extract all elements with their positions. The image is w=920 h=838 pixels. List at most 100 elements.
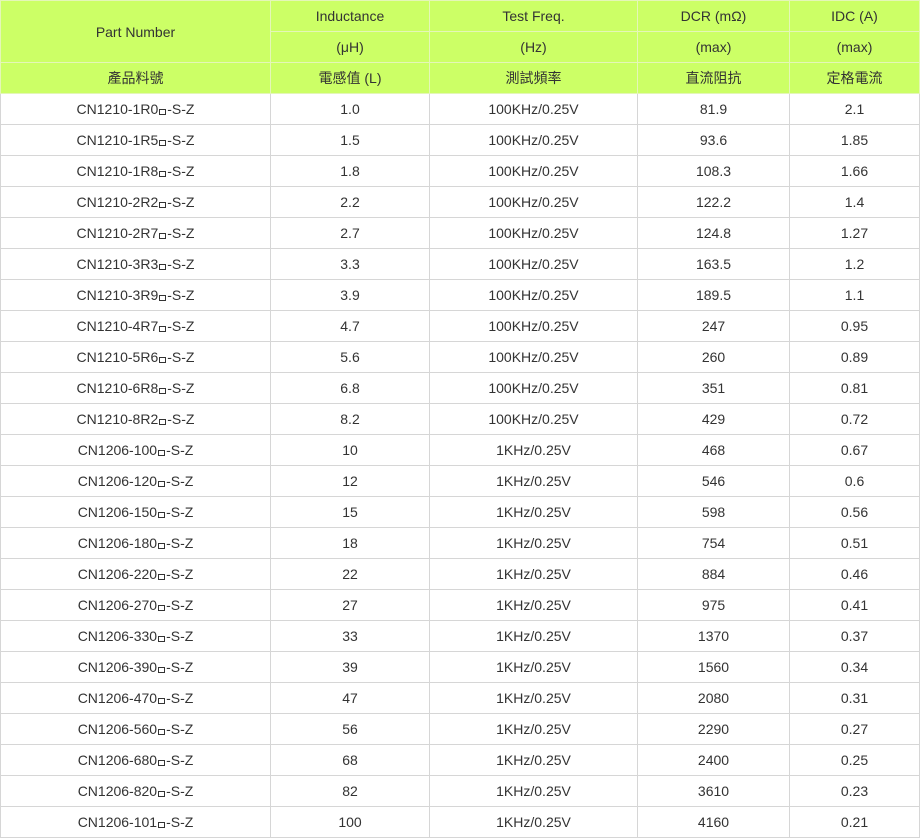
tolerance-placeholder-icon bbox=[158, 605, 166, 611]
table-row: CN1206-180 -S-Z 18 1KHz/0.25V 754 0.51 bbox=[0, 527, 920, 559]
cell-part-number: CN1210-6R8 -S-Z bbox=[0, 372, 271, 404]
part-suffix: -S-Z bbox=[166, 783, 194, 799]
table-row: CN1206-101 -S-Z 100 1KHz/0.25V 4160 0.21 bbox=[0, 806, 920, 838]
cell-test-freq: 100KHz/0.25V bbox=[429, 372, 638, 404]
cell-part-number: CN1210-1R5 -S-Z bbox=[0, 124, 271, 156]
cell-test-freq: 1KHz/0.25V bbox=[429, 806, 638, 838]
cell-test-freq: 1KHz/0.25V bbox=[429, 589, 638, 621]
tolerance-placeholder-icon bbox=[159, 140, 167, 146]
cell-idc: 0.21 bbox=[789, 806, 920, 838]
cell-part-number: CN1210-2R7 -S-Z bbox=[0, 217, 271, 249]
cell-dcr: 260 bbox=[637, 341, 790, 373]
cell-part-number: CN1206-101 -S-Z bbox=[0, 806, 271, 838]
cell-inductance: 5.6 bbox=[270, 341, 430, 373]
part-suffix: -S-Z bbox=[166, 504, 194, 520]
table-row: CN1210-8R2 -S-Z 8.2 100KHz/0.25V 429 0.72 bbox=[0, 403, 920, 435]
cell-test-freq: 1KHz/0.25V bbox=[429, 682, 638, 714]
cell-part-number: CN1206-120 -S-Z bbox=[0, 465, 271, 497]
cell-dcr: 884 bbox=[637, 558, 790, 590]
tolerance-placeholder-icon bbox=[158, 450, 166, 456]
cell-idc: 1.27 bbox=[789, 217, 920, 249]
cell-part-number: CN1206-220 -S-Z bbox=[0, 558, 271, 590]
part-prefix: CN1206-101 bbox=[77, 814, 158, 830]
table-row: CN1210-2R2 -S-Z 2.2 100KHz/0.25V 122.2 1.4 bbox=[0, 186, 920, 218]
cell-idc: 0.31 bbox=[789, 682, 920, 714]
part-prefix: CN1210-1R0 bbox=[76, 101, 159, 117]
cell-dcr: 2400 bbox=[637, 744, 790, 776]
part-prefix: CN1210-6R8 bbox=[76, 380, 159, 396]
col-unit-idc: (max) bbox=[789, 31, 920, 63]
cell-dcr: 429 bbox=[637, 403, 790, 435]
cell-test-freq: 1KHz/0.25V bbox=[429, 744, 638, 776]
cell-inductance: 12 bbox=[270, 465, 430, 497]
cell-inductance: 6.8 bbox=[270, 372, 430, 404]
part-suffix: -S-Z bbox=[167, 318, 195, 334]
col-zh-inductance: 電感值 (L) bbox=[270, 62, 430, 94]
col-unit-inductance: (μH) bbox=[270, 31, 430, 63]
part-prefix: CN1206-470 bbox=[77, 690, 158, 706]
cell-idc: 0.25 bbox=[789, 744, 920, 776]
part-suffix: -S-Z bbox=[167, 132, 195, 148]
cell-test-freq: 100KHz/0.25V bbox=[429, 186, 638, 218]
tolerance-placeholder-icon bbox=[158, 760, 166, 766]
part-prefix: CN1210-1R5 bbox=[76, 132, 159, 148]
cell-part-number: CN1206-270 -S-Z bbox=[0, 589, 271, 621]
cell-part-number: CN1206-180 -S-Z bbox=[0, 527, 271, 559]
cell-test-freq: 1KHz/0.25V bbox=[429, 558, 638, 590]
cell-part-number: CN1210-3R3 -S-Z bbox=[0, 248, 271, 280]
cell-dcr: 124.8 bbox=[637, 217, 790, 249]
cell-inductance: 56 bbox=[270, 713, 430, 745]
cell-inductance: 3.9 bbox=[270, 279, 430, 311]
table-row: CN1210-3R3 -S-Z 3.3 100KHz/0.25V 163.5 1.2 bbox=[0, 248, 920, 280]
table-row: CN1206-680 -S-Z 68 1KHz/0.25V 2400 0.25 bbox=[0, 744, 920, 776]
part-prefix: CN1206-330 bbox=[77, 628, 158, 644]
cell-part-number: CN1210-3R9 -S-Z bbox=[0, 279, 271, 311]
table-row: CN1206-150 -S-Z 15 1KHz/0.25V 598 0.56 bbox=[0, 496, 920, 528]
part-suffix: -S-Z bbox=[167, 349, 195, 365]
col-header-part-number: Part Number bbox=[0, 0, 271, 63]
col-unit-dcr: (max) bbox=[637, 31, 790, 63]
cell-idc: 0.89 bbox=[789, 341, 920, 373]
part-suffix: -S-Z bbox=[166, 628, 194, 644]
cell-dcr: 2290 bbox=[637, 713, 790, 745]
cell-test-freq: 1KHz/0.25V bbox=[429, 651, 638, 683]
part-suffix: -S-Z bbox=[166, 814, 194, 830]
cell-idc: 0.23 bbox=[789, 775, 920, 807]
table-row: CN1210-6R8 -S-Z 6.8 100KHz/0.25V 351 0.81 bbox=[0, 372, 920, 404]
cell-idc: 1.85 bbox=[789, 124, 920, 156]
part-suffix: -S-Z bbox=[166, 473, 194, 489]
cell-idc: 0.37 bbox=[789, 620, 920, 652]
col-zh-part-number: 產品料號 bbox=[0, 62, 271, 94]
part-prefix: CN1206-220 bbox=[77, 566, 158, 582]
cell-idc: 0.46 bbox=[789, 558, 920, 590]
cell-part-number: CN1210-8R2 -S-Z bbox=[0, 403, 271, 435]
part-suffix: -S-Z bbox=[167, 411, 195, 427]
part-prefix: CN1210-2R2 bbox=[76, 194, 159, 210]
col-zh-idc: 定格電流 bbox=[789, 62, 920, 94]
table-row: CN1206-560 -S-Z 56 1KHz/0.25V 2290 0.27 bbox=[0, 713, 920, 745]
cell-inductance: 4.7 bbox=[270, 310, 430, 342]
tolerance-placeholder-icon bbox=[158, 636, 166, 642]
table-row: CN1206-220 -S-Z 22 1KHz/0.25V 884 0.46 bbox=[0, 558, 920, 590]
cell-part-number: CN1210-1R0 -S-Z bbox=[0, 93, 271, 125]
cell-dcr: 351 bbox=[637, 372, 790, 404]
cell-dcr: 247 bbox=[637, 310, 790, 342]
cell-idc: 2.1 bbox=[789, 93, 920, 125]
cell-test-freq: 100KHz/0.25V bbox=[429, 279, 638, 311]
part-suffix: -S-Z bbox=[167, 194, 195, 210]
table-row: CN1210-1R5 -S-Z 1.5 100KHz/0.25V 93.6 1.85 bbox=[0, 124, 920, 156]
table-row: CN1206-470 -S-Z 47 1KHz/0.25V 2080 0.31 bbox=[0, 682, 920, 714]
tolerance-placeholder-icon bbox=[159, 202, 167, 208]
cell-dcr: 3610 bbox=[637, 775, 790, 807]
cell-inductance: 1.5 bbox=[270, 124, 430, 156]
part-prefix: CN1206-820 bbox=[77, 783, 158, 799]
part-prefix: CN1210-3R9 bbox=[76, 287, 159, 303]
cell-dcr: 546 bbox=[637, 465, 790, 497]
part-suffix: -S-Z bbox=[166, 535, 194, 551]
tolerance-placeholder-icon bbox=[158, 698, 166, 704]
col-zh-test-freq: 測試頻率 bbox=[429, 62, 638, 94]
cell-idc: 0.6 bbox=[789, 465, 920, 497]
cell-dcr: 163.5 bbox=[637, 248, 790, 280]
cell-part-number: CN1210-5R6 -S-Z bbox=[0, 341, 271, 373]
cell-inductance: 18 bbox=[270, 527, 430, 559]
